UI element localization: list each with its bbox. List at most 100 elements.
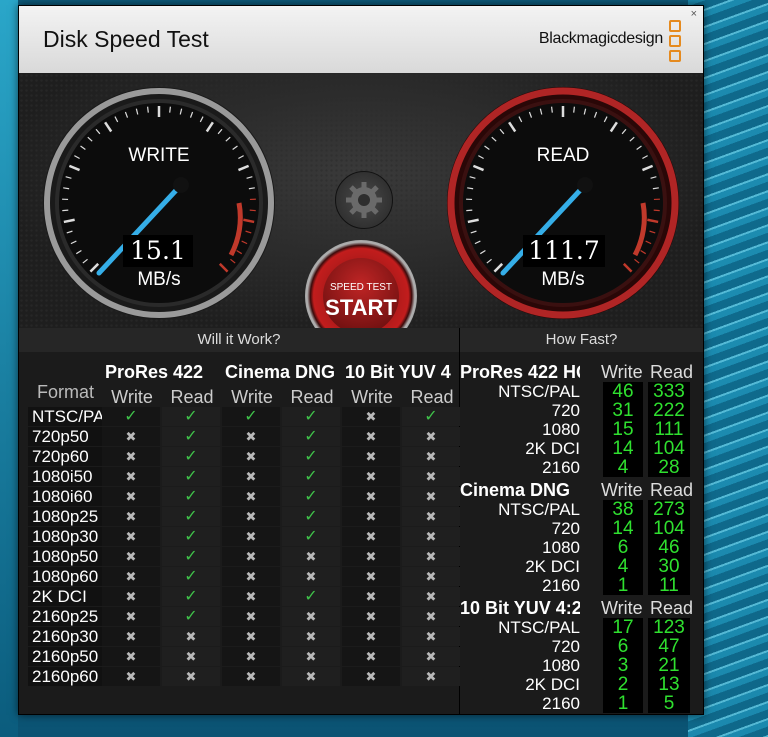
cross-icon: ✖ — [222, 487, 280, 506]
checkmark-icon: ✓ — [402, 407, 460, 426]
how-fast-row-label: 1080 — [542, 656, 580, 675]
checkmark-icon: ✓ — [282, 527, 340, 546]
format-label: 2160p30 — [28, 627, 106, 646]
read-fps-value: 333 — [648, 382, 690, 401]
read-fps-value: 104 — [648, 519, 690, 538]
cross-icon: ✖ — [342, 507, 400, 526]
table-row: 2160p60 ✖ ✖ ✖ ✖ ✖ ✖ — [19, 667, 460, 686]
write-fps-value: 2 — [603, 675, 643, 694]
how-fast-row: NTSC/PAL 46 333 — [460, 382, 703, 401]
cross-icon: ✖ — [162, 667, 220, 686]
read-unit: MB/s — [541, 269, 585, 290]
cross-icon: ✖ — [282, 607, 340, 626]
format-label: 2K DCI — [28, 587, 106, 606]
how-fast-row: 1080 6 46 — [460, 538, 703, 557]
format-label: 1080p60 — [28, 567, 106, 586]
table-row: 2160p50 ✖ ✖ ✖ ✖ ✖ ✖ — [19, 647, 460, 666]
format-label: 1080p50 — [28, 547, 106, 566]
cross-icon: ✖ — [102, 667, 160, 686]
how-fast-row-label: 1080 — [542, 420, 580, 439]
how-fast-read-header: Read — [650, 480, 694, 500]
how-fast-row: 720 6 47 — [460, 637, 703, 656]
read-fps-value: 21 — [648, 656, 690, 675]
cross-icon: ✖ — [342, 547, 400, 566]
read-fps-value: 273 — [648, 500, 690, 519]
cross-icon: ✖ — [102, 507, 160, 526]
read-fps-value: 123 — [648, 618, 690, 637]
cross-icon: ✖ — [342, 527, 400, 546]
cross-icon: ✖ — [222, 507, 280, 526]
table-row: 1080p50 ✖ ✓ ✖ ✖ ✖ ✖ — [19, 547, 460, 566]
table-row: 1080p25 ✖ ✓ ✖ ✓ ✖ ✖ — [19, 507, 460, 526]
settings-button[interactable] — [335, 171, 393, 229]
how-fast-row: 2K DCI 2 13 — [460, 675, 703, 694]
how-fast-row: 2K DCI 4 30 — [460, 557, 703, 576]
how-fast-write-header: Write — [601, 598, 643, 618]
cross-icon: ✖ — [402, 427, 460, 446]
table-row: 1080p60 ✖ ✓ ✖ ✖ ✖ ✖ — [19, 567, 460, 586]
read-label: READ — [536, 145, 590, 166]
cross-icon: ✖ — [222, 567, 280, 586]
write-value: 15.1 — [123, 235, 193, 267]
write-gauge: WRITE 15.1 MB/s — [41, 85, 277, 321]
how-fast-table: ProRes 422 HQ Write Read NTSC/PAL 46 333 720 31… — [460, 352, 703, 714]
table-row: 2K DCI ✖ ✓ ✖ ✓ ✖ ✖ — [19, 587, 460, 606]
read-fps-value: 47 — [648, 637, 690, 656]
how-fast-row: 2160 1 5 — [460, 694, 703, 713]
cross-icon: ✖ — [342, 447, 400, 466]
how-fast-group-title: 10 Bit YUV 4:2:2 — [460, 598, 580, 618]
format-label: 1080i50 — [28, 467, 106, 486]
cross-icon: ✖ — [342, 467, 400, 486]
group-title: Cinema DNG — [225, 362, 336, 382]
cross-icon: ✖ — [402, 567, 460, 586]
format-label: 1080p30 — [28, 527, 106, 546]
write-fps-value: 4 — [603, 458, 643, 477]
cross-icon: ✖ — [222, 647, 280, 666]
cross-icon: ✖ — [342, 607, 400, 626]
column-header-read: Read — [410, 387, 454, 407]
write-fps-value: 38 — [603, 500, 643, 519]
cross-icon: ✖ — [342, 427, 400, 446]
gauge-panel: WRITE 15.1 MB/s SPEED TEST START READ 11… — [19, 73, 703, 352]
cross-icon: ✖ — [222, 527, 280, 546]
start-button-label: START — [325, 295, 397, 320]
disk-speed-test-window: Disk Speed Test Blackmagicdesign × WRITE… — [18, 5, 704, 715]
column-header-write: Write — [111, 387, 153, 407]
cross-icon: ✖ — [102, 647, 160, 666]
cross-icon: ✖ — [282, 627, 340, 646]
format-column-header: Format — [37, 382, 95, 402]
cross-icon: ✖ — [102, 527, 160, 546]
cross-icon: ✖ — [402, 447, 460, 466]
how-fast-group-title: ProRes 422 HQ — [460, 362, 580, 382]
cross-icon: ✖ — [402, 467, 460, 486]
read-fps-value: 222 — [648, 401, 690, 420]
column-header-write: Write — [351, 387, 393, 407]
title-bar: Disk Speed Test Blackmagicdesign × — [19, 6, 703, 73]
how-fast-row-label: NTSC/PAL — [498, 500, 580, 519]
cross-icon: ✖ — [342, 667, 400, 686]
how-fast-row-label: 720 — [551, 519, 580, 538]
how-fast-row-label: 720 — [551, 637, 580, 656]
cross-icon: ✖ — [402, 607, 460, 626]
checkmark-icon: ✓ — [162, 587, 220, 606]
table-row: NTSC/PAL ✓ ✓ ✓ ✓ ✖ ✓ — [19, 407, 460, 426]
checkmark-icon: ✓ — [162, 507, 220, 526]
cross-icon: ✖ — [222, 667, 280, 686]
table-row: 1080i50 ✖ ✓ ✖ ✓ ✖ ✖ — [19, 467, 460, 486]
how-fast-row: 1080 15 111 — [460, 420, 703, 439]
cross-icon: ✖ — [102, 427, 160, 446]
how-fast-row: NTSC/PAL 17 123 — [460, 618, 703, 637]
write-fps-value: 14 — [603, 439, 643, 458]
cross-icon: ✖ — [402, 587, 460, 606]
will-it-work-table: ProRes 422 Write Read Cinema DNG Write Read 10… — [19, 352, 460, 714]
close-button[interactable]: × — [691, 8, 697, 20]
table-row: 1080i60 ✖ ✓ ✖ ✓ ✖ ✖ — [19, 487, 460, 506]
cross-icon: ✖ — [402, 527, 460, 546]
read-fps-value: 30 — [648, 557, 690, 576]
format-label: NTSC/PAL — [28, 407, 106, 426]
table-row: 1080p30 ✖ ✓ ✖ ✓ ✖ ✖ — [19, 527, 460, 546]
read-fps-value: 5 — [648, 694, 690, 713]
cross-icon: ✖ — [402, 507, 460, 526]
write-fps-value: 31 — [603, 401, 643, 420]
how-fast-row-label: 2160 — [542, 694, 580, 713]
